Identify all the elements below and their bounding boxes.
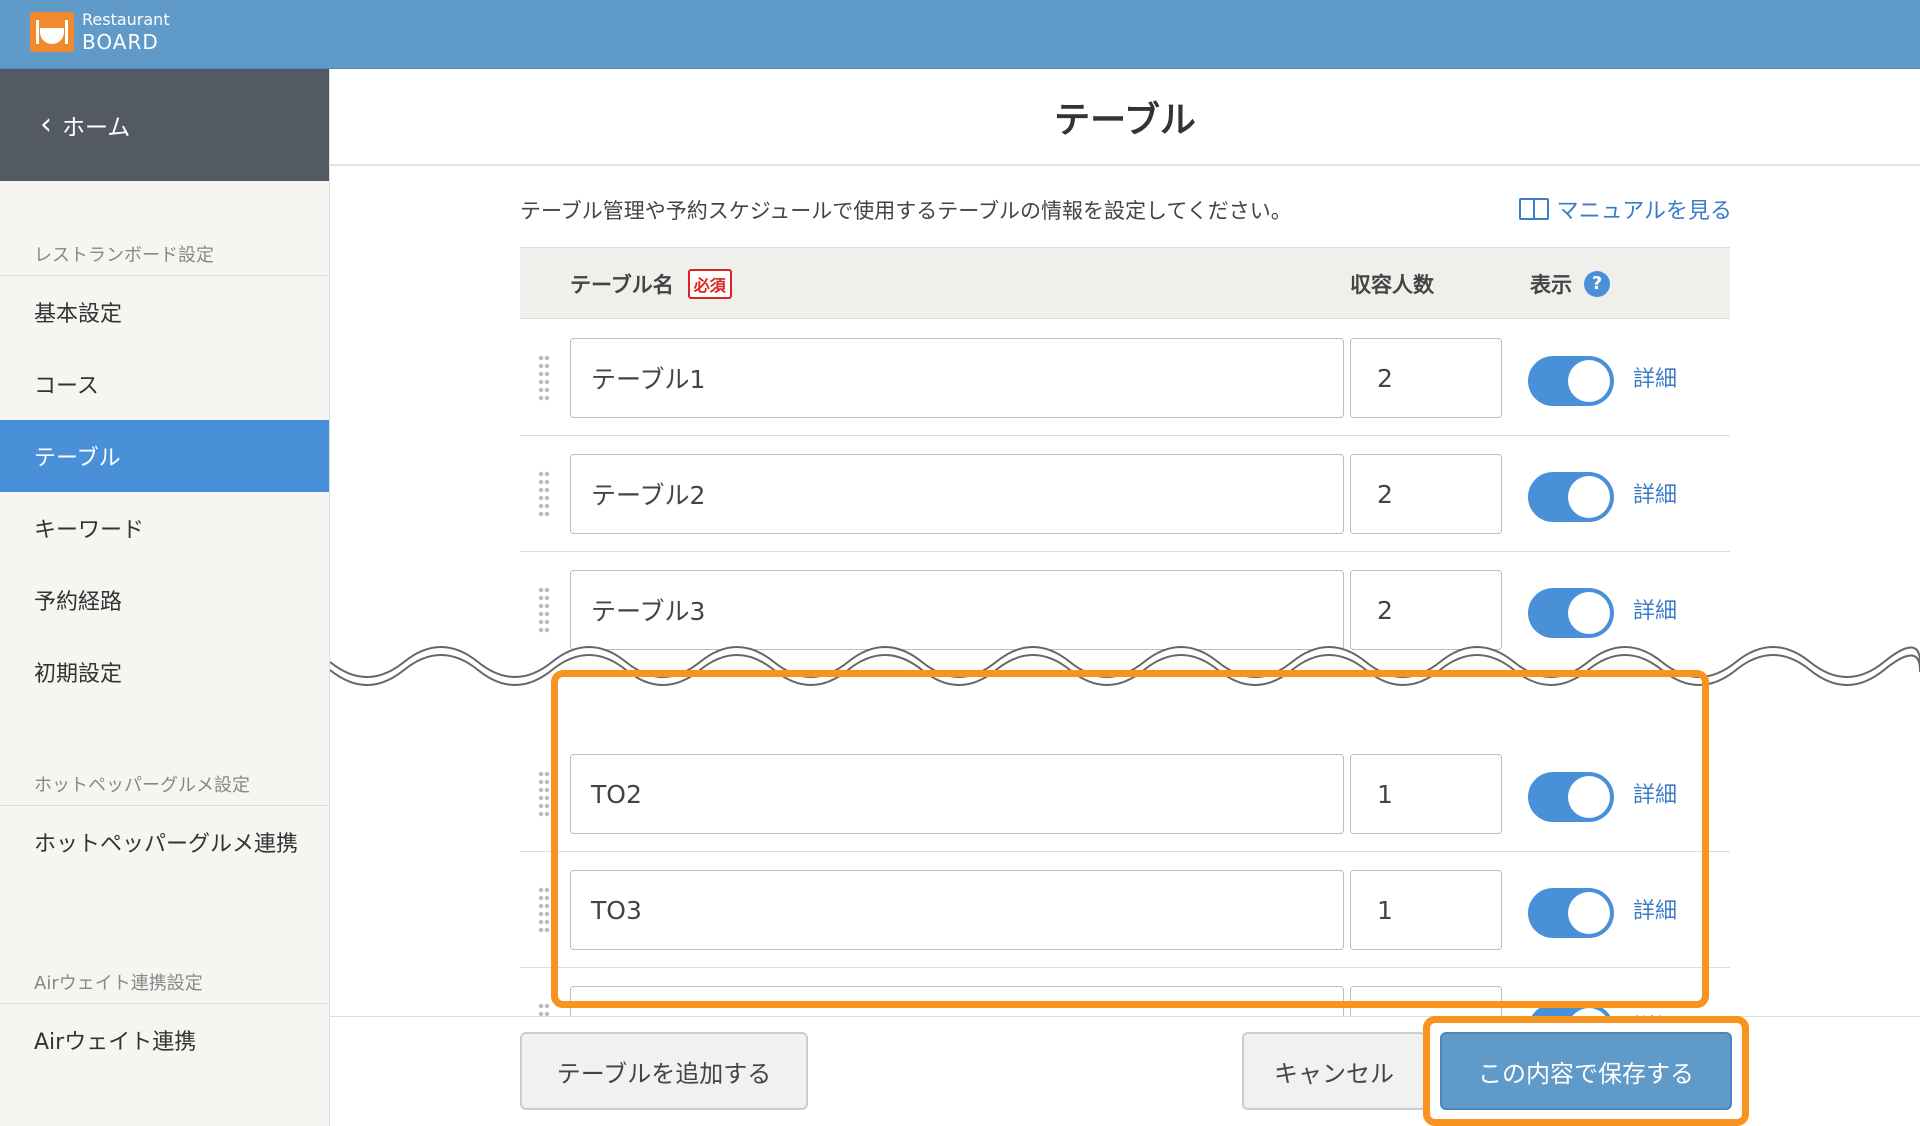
toggle-knob xyxy=(1568,476,1610,518)
table-row: テーブル2 2 詳細 xyxy=(520,436,1730,552)
home-label: ホーム xyxy=(62,115,131,141)
cancel-button[interactable]: キャンセル xyxy=(1242,1032,1426,1110)
sidebar-item-reservation-route[interactable]: 予約経路 xyxy=(0,564,329,636)
add-table-button[interactable]: テーブルを追加する xyxy=(520,1032,808,1110)
sidebar-item-initial-settings[interactable]: 初期設定 xyxy=(0,636,329,708)
column-header-display: 表示 xyxy=(1530,273,1572,297)
sidebar-section-title: ホットペッパーグルメ設定 xyxy=(0,768,329,806)
sidebar-section-title: レストランボード設定 xyxy=(0,238,329,276)
main-content: テーブル テーブル管理や予約スケジュールで使用するテーブルの情報を設定してくださ… xyxy=(330,69,1920,1126)
capacity-input[interactable]: 2 xyxy=(1350,338,1502,418)
sidebar-item-table[interactable]: テーブル xyxy=(0,420,329,492)
drag-handle-icon[interactable] xyxy=(538,886,550,934)
page-description: テーブル管理や予約スケジュールで使用するテーブルの情報を設定してください。 xyxy=(520,199,1292,223)
table-row: テーブル1 2 詳細 xyxy=(520,320,1730,436)
drag-handle-icon[interactable] xyxy=(538,470,550,518)
detail-link[interactable]: 詳細 xyxy=(1633,477,1677,509)
save-highlight-frame xyxy=(1423,1016,1749,1126)
app-logo[interactable]: Restaurant BOARD xyxy=(30,12,170,52)
table-name-input[interactable]: テーブル2 xyxy=(570,454,1344,534)
sidebar-item-basic-settings[interactable]: 基本設定 xyxy=(0,276,329,348)
toggle-knob xyxy=(1568,360,1610,402)
sidebar-item-airwait[interactable]: Airウェイト連携 xyxy=(0,1004,329,1076)
sidebar-item-keyword[interactable]: キーワード xyxy=(0,492,329,564)
restaurant-logo-icon xyxy=(30,12,74,52)
book-icon xyxy=(1518,198,1549,220)
drag-handle-icon[interactable] xyxy=(538,354,550,402)
help-icon[interactable]: ? xyxy=(1584,271,1610,297)
sidebar-item-course[interactable]: コース xyxy=(0,348,329,420)
drag-handle-icon[interactable] xyxy=(538,770,550,818)
detail-link[interactable]: 詳細 xyxy=(1633,361,1677,393)
table-name-input[interactable]: テーブル1 xyxy=(570,338,1344,418)
logo-line-1: Restaurant xyxy=(82,10,170,29)
table-header: テーブル名 必須 収容人数 表示 ? xyxy=(520,247,1730,319)
app-header: Restaurant BOARD xyxy=(0,0,1920,69)
home-button[interactable]: ‹ ホーム xyxy=(0,69,329,181)
page-title: テーブル xyxy=(330,69,1920,166)
sidebar-section-title: Airウェイト連携設定 xyxy=(0,966,329,1004)
highlight-frame xyxy=(551,670,1709,1008)
column-header-capacity: 収容人数 xyxy=(1350,273,1434,297)
display-toggle[interactable] xyxy=(1528,356,1614,406)
sidebar: ‹ ホーム レストランボード設定 基本設定 コース テーブル キーワード 予約経… xyxy=(0,69,330,1126)
sidebar-item-hotpepper[interactable]: ホットペッパーグルメ連携 xyxy=(0,806,329,878)
logo-line-2: BOARD xyxy=(82,30,159,54)
display-toggle[interactable] xyxy=(1528,472,1614,522)
chevron-left-icon: ‹ xyxy=(40,107,52,142)
required-badge: 必須 xyxy=(687,269,732,299)
manual-link-label: マニュアルを見る xyxy=(1556,199,1732,224)
column-header-name: テーブル名 xyxy=(570,273,674,297)
capacity-input[interactable]: 2 xyxy=(1350,454,1502,534)
manual-link[interactable]: マニュアルを見る xyxy=(1518,193,1732,225)
